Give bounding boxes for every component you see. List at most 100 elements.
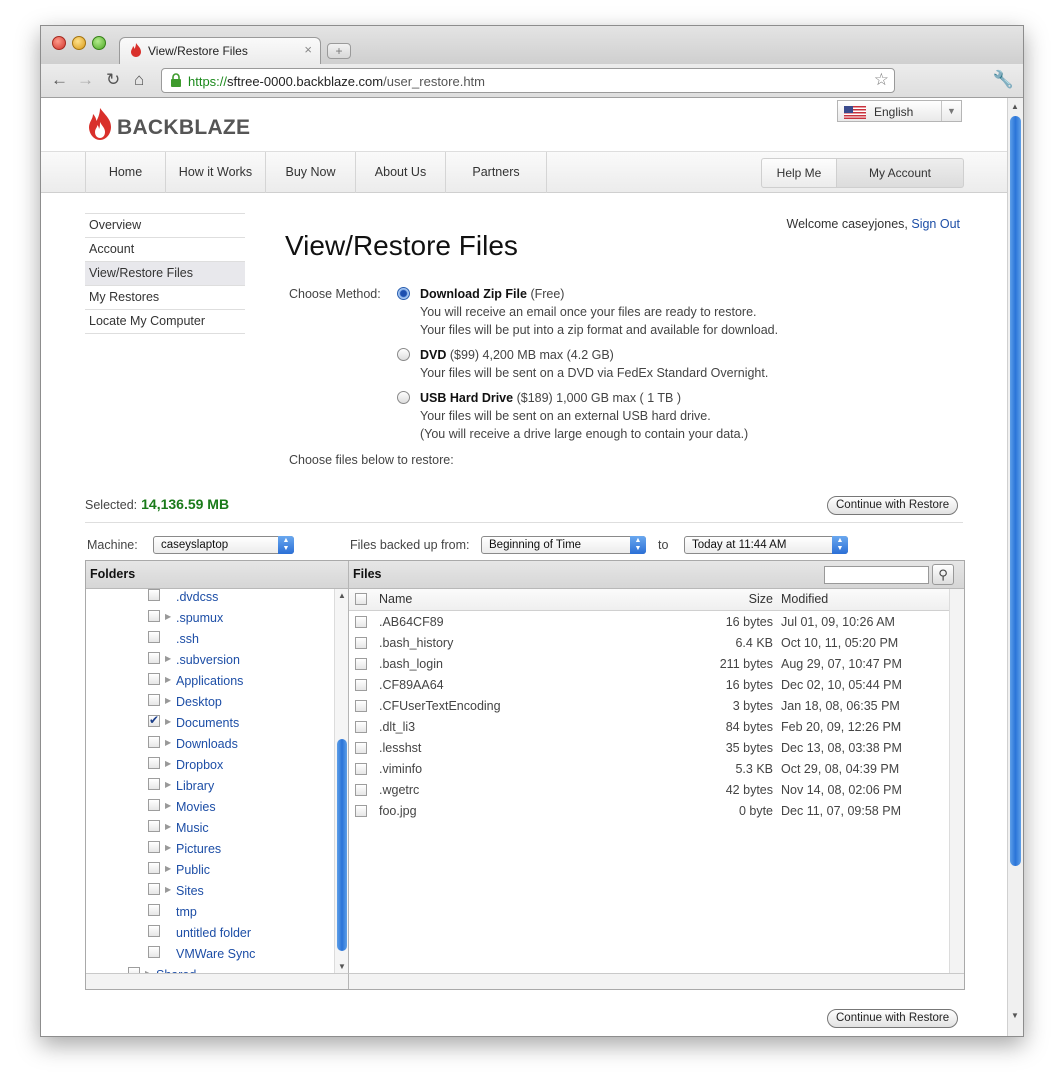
file-row[interactable]: .dlt_li3 84 bytes Feb 20, 09, 12:26 PM bbox=[349, 717, 949, 738]
folder-checkbox[interactable] bbox=[148, 652, 160, 664]
wrench-icon[interactable]: 🔧 bbox=[993, 70, 1014, 90]
folder-checkbox[interactable] bbox=[148, 778, 160, 790]
folder-checkbox[interactable] bbox=[148, 925, 160, 937]
search-button[interactable]: ⚲ bbox=[932, 564, 954, 585]
files-search-input[interactable] bbox=[824, 566, 929, 584]
back-arrow-icon[interactable]: ← bbox=[51, 70, 68, 90]
folder-row[interactable]: VMWare Sync bbox=[86, 946, 331, 967]
scroll-up-icon[interactable]: ▲ bbox=[1011, 102, 1019, 111]
folder-name[interactable]: Music bbox=[176, 821, 209, 835]
sign-out-link[interactable]: Sign Out bbox=[911, 217, 960, 231]
folder-row[interactable]: ▶ .subversion bbox=[86, 652, 331, 673]
radio-download-zip[interactable] bbox=[397, 287, 410, 300]
folder-name[interactable]: Applications bbox=[176, 674, 243, 688]
help-me-button[interactable]: Help Me bbox=[761, 158, 837, 188]
scroll-up-icon[interactable]: ▲ bbox=[338, 591, 346, 600]
file-row[interactable]: .bash_history 6.4 KB Oct 10, 11, 05:20 PM bbox=[349, 633, 949, 654]
from-date-select[interactable]: Beginning of Time ▲ ▼ bbox=[481, 536, 646, 554]
folder-name[interactable]: Documents bbox=[176, 716, 239, 730]
folder-row[interactable]: ▶ Applications bbox=[86, 673, 331, 694]
folder-scroll-thumb[interactable] bbox=[337, 739, 347, 951]
folder-checkbox[interactable] bbox=[148, 841, 160, 853]
folder-checkbox[interactable] bbox=[148, 757, 160, 769]
expand-triangle-icon[interactable]: ▶ bbox=[165, 885, 171, 894]
page-scroll-thumb[interactable] bbox=[1010, 116, 1021, 866]
file-row[interactable]: .viminfo 5.3 KB Oct 29, 08, 04:39 PM bbox=[349, 759, 949, 780]
folder-checkbox[interactable] bbox=[148, 736, 160, 748]
folder-name[interactable]: Sites bbox=[176, 884, 204, 898]
folder-name[interactable]: Pictures bbox=[176, 842, 221, 856]
nav-buy-now[interactable]: Buy Now bbox=[266, 152, 356, 193]
folder-name[interactable]: untitled folder bbox=[176, 926, 251, 940]
folder-name[interactable]: Desktop bbox=[176, 695, 222, 709]
folder-row[interactable]: ▶ Downloads bbox=[86, 736, 331, 757]
folder-row[interactable]: ▶ Pictures bbox=[86, 841, 331, 862]
folder-row[interactable]: ▶ Movies bbox=[86, 799, 331, 820]
folder-name[interactable]: .subversion bbox=[176, 653, 240, 667]
folder-row[interactable]: .ssh bbox=[86, 631, 331, 652]
folder-checkbox[interactable] bbox=[148, 713, 160, 727]
sidebar-item-account[interactable]: Account bbox=[85, 238, 245, 262]
folder-name[interactable]: Dropbox bbox=[176, 758, 223, 772]
folder-row[interactable]: ▶ Documents bbox=[86, 713, 331, 736]
folder-checkbox[interactable] bbox=[148, 610, 160, 622]
expand-triangle-icon[interactable]: ▶ bbox=[165, 801, 171, 810]
file-hscroll[interactable] bbox=[349, 973, 964, 989]
my-account-button[interactable]: My Account bbox=[837, 158, 964, 188]
folder-checkbox[interactable] bbox=[148, 946, 160, 958]
folder-name[interactable]: .spumux bbox=[176, 611, 223, 625]
expand-triangle-icon[interactable]: ▶ bbox=[165, 780, 171, 789]
folder-row[interactable]: untitled folder bbox=[86, 925, 331, 946]
file-checkbox[interactable] bbox=[355, 763, 367, 775]
folder-name[interactable]: VMWare Sync bbox=[176, 947, 255, 961]
folder-name[interactable]: .ssh bbox=[176, 632, 199, 646]
folder-checkbox[interactable] bbox=[148, 631, 160, 643]
sidebar-item-overview[interactable]: Overview bbox=[85, 214, 245, 238]
nav-how-it-works[interactable]: How it Works bbox=[166, 152, 266, 193]
nav-partners[interactable]: Partners bbox=[446, 152, 547, 193]
folder-row[interactable]: ▶ Dropbox bbox=[86, 757, 331, 778]
folder-checkbox[interactable] bbox=[148, 883, 160, 895]
file-row[interactable]: .CF89AA64 16 bytes Dec 02, 10, 05:44 PM bbox=[349, 675, 949, 696]
folder-checkbox[interactable] bbox=[148, 589, 160, 601]
reload-icon[interactable]: ↻ bbox=[106, 70, 120, 90]
folder-name[interactable]: Downloads bbox=[176, 737, 238, 751]
file-row[interactable]: .AB64CF89 16 bytes Jul 01, 09, 10:26 AM bbox=[349, 612, 949, 633]
forward-arrow-icon[interactable]: → bbox=[77, 70, 94, 90]
file-checkbox[interactable] bbox=[355, 742, 367, 754]
machine-select[interactable]: caseyslaptop ▲ ▼ bbox=[153, 536, 294, 554]
radio-usb[interactable] bbox=[397, 391, 410, 404]
folder-row[interactable]: ▶ .spumux bbox=[86, 610, 331, 631]
file-checkbox[interactable] bbox=[355, 721, 367, 733]
radio-dvd[interactable] bbox=[397, 348, 410, 361]
folder-hscroll[interactable] bbox=[86, 973, 349, 989]
browser-tab[interactable]: View/Restore Files × bbox=[119, 37, 321, 64]
folder-row[interactable]: ▶ Library bbox=[86, 778, 331, 799]
file-row[interactable]: .bash_login 211 bytes Aug 29, 07, 10:47 PM bbox=[349, 654, 949, 675]
file-list-scrollbar[interactable] bbox=[949, 589, 964, 973]
folder-row[interactable]: tmp bbox=[86, 904, 331, 925]
folder-checkbox[interactable] bbox=[148, 904, 160, 916]
folder-row[interactable]: ▶ Sites bbox=[86, 883, 331, 904]
sidebar-item-locate[interactable]: Locate My Computer bbox=[85, 310, 245, 334]
folder-row[interactable]: .dvdcss bbox=[86, 589, 331, 610]
file-checkbox[interactable] bbox=[355, 637, 367, 649]
file-row[interactable]: .CFUserTextEncoding 3 bytes Jan 18, 08, 06… bbox=[349, 696, 949, 717]
new-tab-button[interactable]: + bbox=[327, 43, 351, 59]
folder-checkbox[interactable] bbox=[148, 799, 160, 811]
home-icon[interactable]: ⌂ bbox=[134, 70, 144, 90]
folder-name[interactable]: Public bbox=[176, 863, 210, 877]
language-select[interactable]: English ▼ bbox=[837, 100, 962, 122]
expand-triangle-icon[interactable]: ▶ bbox=[165, 696, 171, 705]
scroll-down-icon[interactable]: ▼ bbox=[1011, 1011, 1019, 1020]
select-all-checkbox[interactable] bbox=[355, 593, 367, 605]
folder-name[interactable]: Library bbox=[176, 779, 214, 793]
window-minimize-button[interactable] bbox=[72, 36, 86, 50]
folder-row[interactable]: ▶ Music bbox=[86, 820, 331, 841]
expand-triangle-icon[interactable]: ▶ bbox=[165, 654, 171, 663]
continue-restore-button-top[interactable]: Continue with Restore bbox=[827, 496, 959, 515]
file-row[interactable]: .wgetrc 42 bytes Nov 14, 08, 02:06 PM bbox=[349, 780, 949, 801]
expand-triangle-icon[interactable]: ▶ bbox=[165, 612, 171, 621]
expand-triangle-icon[interactable]: ▶ bbox=[165, 675, 171, 684]
folder-checkbox[interactable] bbox=[148, 694, 160, 706]
